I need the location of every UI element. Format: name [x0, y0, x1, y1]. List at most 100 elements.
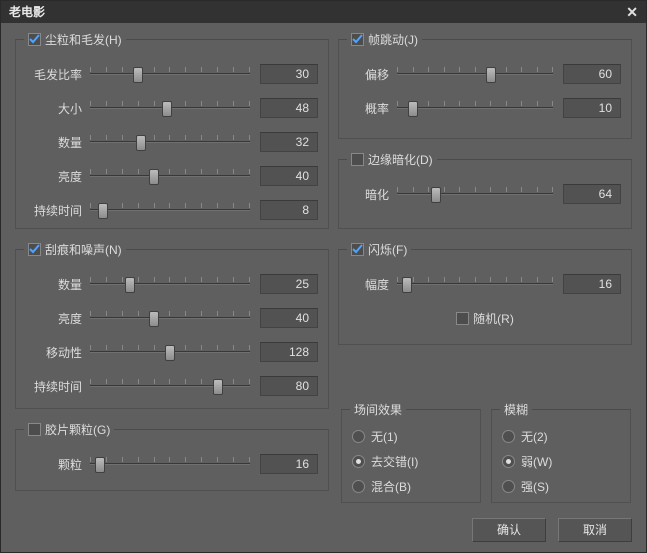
scratch_bright-slider[interactable]	[90, 308, 250, 328]
grain-checkbox[interactable]	[28, 423, 41, 436]
jitter_offset-slider[interactable]	[397, 64, 553, 84]
vignette-checkbox[interactable]	[351, 153, 364, 166]
scratch_dur-row: 持续时间 80	[26, 376, 318, 396]
radio-icon	[502, 455, 515, 468]
dialog-title: 老电影	[9, 1, 45, 23]
field-option-0[interactable]: 无(1)	[352, 428, 470, 445]
vignette_dark-slider[interactable]	[397, 184, 553, 204]
scratch-checkbox[interactable]	[28, 243, 41, 256]
flicker_amp-row: 幅度 16	[349, 274, 621, 294]
dust_duration-slider[interactable]	[90, 200, 250, 220]
scratch_dur-slider[interactable]	[90, 376, 250, 396]
jitter-checkbox[interactable]	[351, 33, 364, 46]
dust_count-value[interactable]: 32	[260, 132, 318, 152]
scratch_count-slider[interactable]	[90, 274, 250, 294]
vignette-legend: 边缘暗化(D)	[347, 151, 437, 168]
jitter-title: 帧跳动(J)	[368, 31, 418, 48]
scratch_move-thumb[interactable]	[165, 345, 175, 361]
dust-title: 尘粒和毛发(H)	[45, 31, 122, 48]
dust_ratio-slider[interactable]	[90, 64, 250, 84]
scratch_count-value[interactable]: 25	[260, 274, 318, 294]
scratch_count-label: 数量	[26, 276, 82, 293]
dust_count-label: 数量	[26, 134, 82, 151]
dialog-footer: 确认 取消	[472, 518, 632, 542]
dust_ratio-row: 毛发比率 30	[26, 64, 318, 84]
scratch_move-slider[interactable]	[90, 342, 250, 362]
scratch_count-thumb[interactable]	[125, 277, 135, 293]
flicker-random-checkbox[interactable]	[456, 312, 469, 325]
dust_size-slider[interactable]	[90, 98, 250, 118]
scratch_move-value[interactable]: 128	[260, 342, 318, 362]
vignette-title: 边缘暗化(D)	[368, 151, 433, 168]
dust_count-thumb[interactable]	[136, 135, 146, 151]
flicker-title: 闪烁(F)	[368, 241, 407, 258]
scratch_bright-thumb[interactable]	[149, 311, 159, 327]
flicker-random-row: 随机(R)	[349, 308, 621, 328]
scratch_count-row: 数量 25	[26, 274, 318, 294]
vignette_dark-thumb[interactable]	[431, 187, 441, 203]
old-film-dialog: 老电影 ✕ 尘粒和毛发(H) 毛发比率 30 大小 48 数量	[0, 0, 647, 553]
radio-icon	[352, 455, 365, 468]
scratch_bright-value[interactable]: 40	[260, 308, 318, 328]
dust_bright-label: 亮度	[26, 168, 82, 185]
dust_ratio-thumb[interactable]	[133, 67, 143, 83]
blur-option-2-label: 强(S)	[521, 478, 549, 495]
jitter_prob-value[interactable]: 10	[563, 98, 621, 118]
jitter_offset-thumb[interactable]	[486, 67, 496, 83]
dust_ratio-value[interactable]: 30	[260, 64, 318, 84]
grain_amount-thumb[interactable]	[95, 457, 105, 473]
jitter_prob-row: 概率 10	[349, 98, 621, 118]
blur-option-0-label: 无(2)	[521, 428, 548, 445]
radio-icon	[352, 480, 365, 493]
vignette_dark-label: 暗化	[349, 186, 389, 203]
flicker-checkbox[interactable]	[351, 243, 364, 256]
dust-checkbox[interactable]	[28, 33, 41, 46]
dust_bright-thumb[interactable]	[149, 169, 159, 185]
close-icon[interactable]: ✕	[624, 1, 640, 23]
dust_duration-value[interactable]: 8	[260, 200, 318, 220]
blur-legend: 模糊	[500, 401, 532, 418]
field-option-2-label: 混合(B)	[371, 478, 411, 495]
flicker_amp-slider[interactable]	[397, 274, 553, 294]
vignette_dark-value[interactable]: 64	[563, 184, 621, 204]
jitter-legend: 帧跳动(J)	[347, 31, 422, 48]
field-option-0-label: 无(1)	[371, 428, 398, 445]
dust_size-value[interactable]: 48	[260, 98, 318, 118]
dust_bright-value[interactable]: 40	[260, 166, 318, 186]
scratch_dur-value[interactable]: 80	[260, 376, 318, 396]
scratch_move-row: 移动性 128	[26, 342, 318, 362]
ok-button[interactable]: 确认	[472, 518, 546, 542]
flicker-random-label: 随机(R)	[473, 310, 514, 327]
jitter_offset-value[interactable]: 60	[563, 64, 621, 84]
field-option-1[interactable]: 去交错(I)	[352, 453, 470, 470]
vignette_dark-row: 暗化 64	[349, 184, 621, 204]
dust_bright-row: 亮度 40	[26, 166, 318, 186]
scratch_dur-label: 持续时间	[26, 378, 82, 395]
blur-option-0[interactable]: 无(2)	[502, 428, 620, 445]
scratch-legend: 刮痕和噪声(N)	[24, 241, 126, 258]
field-option-1-label: 去交错(I)	[371, 453, 418, 470]
titlebar: 老电影 ✕	[1, 1, 646, 23]
blur-option-2[interactable]: 强(S)	[502, 478, 620, 495]
jitter_prob-thumb[interactable]	[408, 101, 418, 117]
grain_amount-value[interactable]: 16	[260, 454, 318, 474]
grain_amount-slider[interactable]	[90, 454, 250, 474]
content-area: 尘粒和毛发(H) 毛发比率 30 大小 48 数量 32 亮度	[11, 29, 636, 506]
jitter_prob-slider[interactable]	[397, 98, 553, 118]
grain-title: 胶片颗粒(G)	[45, 421, 110, 438]
dust_ratio-label: 毛发比率	[26, 66, 82, 83]
dust_size-thumb[interactable]	[162, 101, 172, 117]
cancel-button[interactable]: 取消	[558, 518, 632, 542]
radio-icon	[502, 430, 515, 443]
dust_duration-label: 持续时间	[26, 202, 82, 219]
field-option-2[interactable]: 混合(B)	[352, 478, 470, 495]
flicker_amp-thumb[interactable]	[402, 277, 412, 293]
dust-legend: 尘粒和毛发(H)	[24, 31, 126, 48]
dust_bright-slider[interactable]	[90, 166, 250, 186]
dust_count-slider[interactable]	[90, 132, 250, 152]
blur-option-1[interactable]: 弱(W)	[502, 453, 620, 470]
field-legend: 场间效果	[350, 401, 406, 418]
scratch_dur-thumb[interactable]	[213, 379, 223, 395]
flicker_amp-value[interactable]: 16	[563, 274, 621, 294]
dust_duration-thumb[interactable]	[98, 203, 108, 219]
